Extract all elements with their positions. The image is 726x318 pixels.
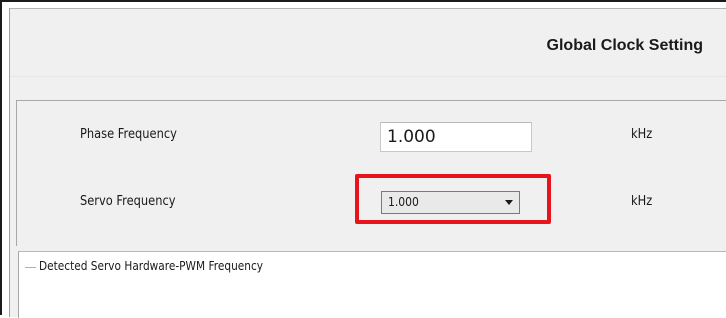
- hardware-pwm-frequency-group: Detected Servo Hardware-PWM Frequency: [18, 251, 726, 318]
- settings-window: Global Clock Setting Phase Frequency kHz…: [0, 0, 726, 318]
- hardware-pwm-group-title: Detected Servo Hardware-PWM Frequency: [39, 259, 264, 273]
- phase-frequency-unit: kHz: [631, 127, 653, 142]
- page-title: Global Clock Setting: [546, 37, 703, 54]
- header-bar: Global Clock Setting: [10, 9, 726, 77]
- servo-frequency-dropdown[interactable]: 1.000: [381, 191, 520, 214]
- servo-frequency-label: Servo Frequency: [80, 194, 176, 209]
- servo-frequency-unit: kHz: [631, 194, 653, 209]
- phase-frequency-label: Phase Frequency: [80, 127, 177, 142]
- servo-frequency-selected-value: 1.000: [388, 195, 419, 209]
- phase-frequency-input[interactable]: [380, 122, 532, 152]
- group-border-line: [25, 267, 36, 268]
- frequency-settings-panel: Phase Frequency kHz Servo Frequency 1.00…: [16, 100, 726, 246]
- settings-panel: Global Clock Setting Phase Frequency kHz…: [9, 8, 726, 318]
- chevron-down-icon: [505, 200, 513, 205]
